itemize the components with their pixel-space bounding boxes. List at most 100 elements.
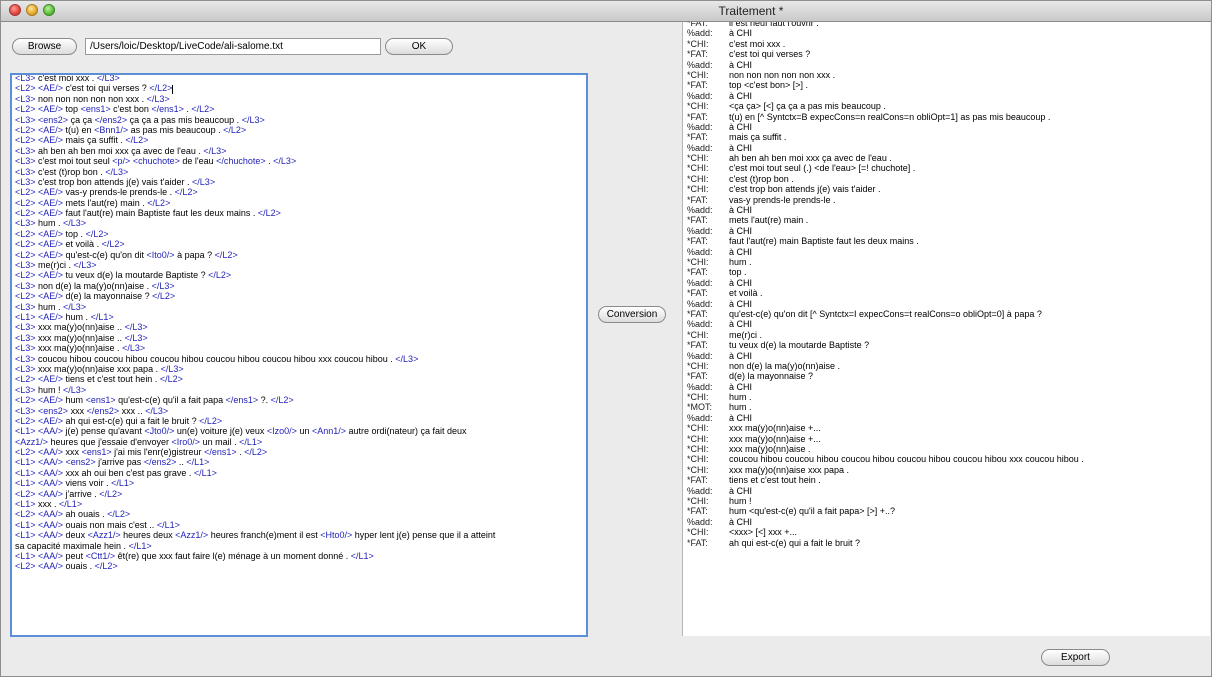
markup-tag: <L2> <AE/> — [15, 415, 64, 426]
title-bar[interactable]: Traitement * — [1, 1, 1211, 22]
speaker-code: *CHI: — [687, 392, 709, 403]
transcript-row: %add: à CHI — [687, 299, 1210, 309]
editor-line: <L2> <AA/> ah ouais . </L2> — [15, 509, 584, 519]
transcript-row: %add: à CHI — [687, 413, 1210, 423]
markup-tag: </L2> — [149, 83, 173, 94]
utterance-text: hum . — [63, 311, 91, 322]
markup-tag: <Jto0/> — [144, 426, 175, 437]
speaker-code: %add: — [687, 28, 713, 39]
transcript-row: *CHI: xxx ma(y)o(nn)aise +... — [687, 423, 1210, 433]
markup-tag: <L3> — [15, 343, 36, 354]
markup-tag: <L2> <AE/> — [15, 104, 64, 115]
export-button[interactable]: Export — [1041, 649, 1110, 666]
utterance-text: hum ! — [35, 384, 64, 395]
speaker-code: *FAT: — [687, 215, 708, 226]
transcript-utterance: xxx ma(y)o(nn)aise xxx papa . — [729, 464, 850, 475]
conversion-button[interactable]: Conversion — [598, 306, 666, 323]
markup-tag: </L3> — [73, 260, 97, 271]
utterance-text: d(e) la mayonnaise ? — [63, 291, 153, 302]
markup-tag: <L2> <AA/> — [15, 447, 64, 458]
editor-line: <L2> <AE/> mets l'aut(re) main . </L2> — [15, 198, 584, 208]
markup-tag: </L3> — [241, 114, 265, 125]
markup-tag: <L3> — [15, 384, 36, 395]
markup-tag: <Bnn1/> — [94, 124, 129, 135]
transcript-row: *FAT: faut l'aut(re) main Baptiste faut l… — [687, 236, 1210, 246]
utterance-text: ouais non mais c'est .. — [63, 519, 157, 530]
speaker-code: *MOT: — [687, 402, 713, 413]
transcript-utterance: à CHI — [729, 319, 753, 330]
transcript-row: *FAT: top <c'est bon> [>] . — [687, 80, 1210, 90]
speaker-code: *FAT: — [687, 475, 708, 486]
utterance-text: un — [296, 426, 312, 437]
markup-tag: <L3> — [15, 93, 36, 104]
transcript-row: *CHI: c'est moi xxx . — [687, 39, 1210, 49]
ok-button[interactable]: OK — [385, 38, 453, 55]
markup-tag: </L2> — [94, 561, 118, 572]
transcript-utterance: à CHI — [729, 381, 753, 392]
utterance-text: deux — [63, 530, 88, 541]
markup-tag: <L1> <AA/> <ens2> — [15, 457, 96, 468]
zoom-window-icon[interactable] — [43, 4, 55, 16]
speaker-code: *CHI: — [687, 329, 709, 340]
markup-tag: <L2> <AE/> — [15, 208, 64, 219]
utterance-text: peut — [63, 550, 86, 561]
source-text-editor[interactable]: <L3> c'est moi xxx . </L3> <L2> <AE/> c'e… — [10, 73, 588, 637]
markup-tag: <L3> — [15, 176, 36, 187]
transcript-row: *FAT: top . — [687, 267, 1210, 277]
markup-tag: </ens2> — [86, 405, 120, 416]
utterance-text: coucou hibou coucou hibou coucou hibou c… — [35, 353, 396, 364]
utterance-text: heures que j'essaie d'envoyer — [48, 436, 172, 447]
editor-line: <Azz1/> heures que j'essaie d'envoyer <I… — [15, 437, 584, 447]
markup-tag: </L2> — [125, 135, 149, 146]
transcript-row: *FAT: c'est toi qui verses ? — [687, 49, 1210, 59]
utterance-text: ça ça — [68, 114, 95, 125]
transcript-utterance: à CHI — [729, 485, 753, 496]
utterance-text: mais ça suffit . — [63, 135, 126, 146]
speaker-code: %add: — [687, 205, 713, 216]
markup-tag: </L3> — [192, 176, 216, 187]
editor-line: <L1> <AA/> xxx ah oui ben c'est pas grav… — [15, 468, 584, 478]
speaker-code: *FAT: — [687, 236, 708, 247]
utterance-text: c'est bon — [110, 104, 152, 115]
utterance-text: ça ça a pas mis beaucoup . — [127, 114, 242, 125]
speaker-code: *FAT: — [687, 80, 708, 91]
markup-tag: <L1> <AA/> — [15, 426, 64, 437]
speaker-code: %add: — [687, 246, 713, 257]
markup-tag: </L2> — [199, 415, 223, 426]
markup-tag: <L2> <AE/> — [15, 187, 64, 198]
transcript-utterance: hum . — [729, 402, 752, 413]
utterance-text: ah qui est-c(e) qui a fait le bruit ? — [63, 415, 200, 426]
utterance-text: j'arrive pas — [95, 457, 144, 468]
text-cursor — [172, 84, 174, 94]
transcript-utterance: faut l'aut(re) main Baptiste faut les de… — [729, 236, 919, 247]
markup-tag: </L2> — [191, 104, 215, 115]
markup-tag: </L1> — [350, 550, 374, 561]
utterance-text: xxx ma(y)o(nn)aise . — [35, 343, 123, 354]
utterance-text: vas-y prends-le prends-le . — [63, 187, 175, 198]
utterance-text: sa capacité maximale hein . — [15, 540, 129, 551]
markup-tag: </L3> — [96, 73, 120, 83]
markup-tag: <L2> <AE/> — [15, 228, 64, 239]
transcript-utterance: coucou hibou coucou hibou coucou hibou c… — [729, 454, 1084, 465]
markup-tag: <Hto0/> — [320, 530, 353, 541]
transcript-utterance: non non non non non xxx . — [729, 69, 836, 80]
markup-tag: <L3> — [15, 353, 36, 364]
markup-tag: <L3> — [15, 322, 36, 333]
transcript-row: *CHI: <xxx> [<] xxx +... — [687, 527, 1210, 537]
editor-line: <L3> non d(e) la ma(y)o(nn)aise . </L3> — [15, 281, 584, 291]
browse-button[interactable]: Browse — [12, 38, 77, 55]
utterance-text: et voilà . — [63, 239, 102, 250]
output-transcript-panel[interactable]: *FAT: il est neuf faut l'ouvrir . %add: à C… — [682, 22, 1210, 636]
transcript-row: *FAT: d(e) la mayonnaise ? — [687, 371, 1210, 381]
close-window-icon[interactable] — [9, 4, 21, 16]
transcript-utterance: xxx ma(y)o(nn)aise . — [729, 444, 811, 455]
transcript-utterance: à CHI — [729, 28, 753, 39]
minimize-window-icon[interactable] — [26, 4, 38, 16]
markup-tag: <L2> <AE/> — [15, 197, 64, 208]
utterance-text: qu'est-c(e) qu'il a fait papa — [115, 395, 226, 406]
utterance-text: tu veux d(e) la moutarde Baptiste ? — [63, 270, 209, 281]
file-path-input[interactable]: /Users/loic/Desktop/LiveCode/ali-salome.… — [85, 38, 381, 55]
transcript-utterance: à CHI — [729, 277, 753, 288]
transcript-utterance: hum ! — [729, 495, 752, 506]
editor-line: <L1> <AA/> deux <Azz1/> heures deux <Azz… — [15, 530, 584, 540]
